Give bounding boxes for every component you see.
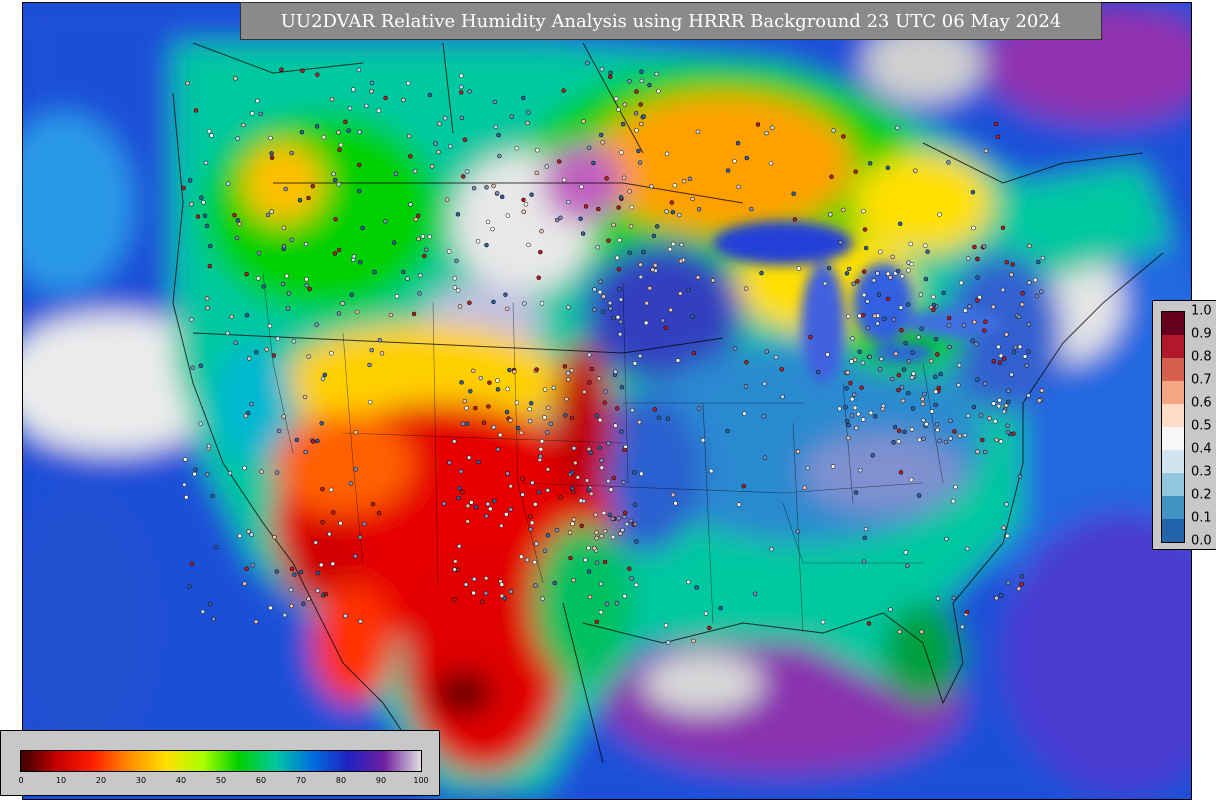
rh-tick-label: 40: [175, 776, 187, 785]
rh-tick-label: 20: [95, 776, 107, 785]
obs-color-swatch: [1162, 381, 1184, 404]
obs-color-swatch: [1162, 427, 1184, 450]
rh-tick-label: 60: [255, 776, 267, 785]
obs-tick-label: 0.9: [1191, 326, 1212, 342]
map-title: UU2DVAR Relative Humidity Analysis using…: [240, 2, 1102, 40]
rh-colorbar: 0 10 20 30 40 50 60 70 80 90 100: [0, 730, 440, 796]
obs-tick-label: 0.2: [1191, 487, 1212, 503]
obs-tick-label: 0.3: [1191, 464, 1212, 480]
obs-tick-label: 0.0: [1191, 533, 1212, 549]
rh-tick-label: 70: [295, 776, 307, 785]
rh-analysis-map: [22, 2, 1192, 800]
rh-tick-label: 90: [375, 776, 387, 785]
rh-tick-label: 0: [18, 776, 24, 785]
obs-tick-label: 0.5: [1191, 418, 1212, 434]
rh-tick-label: 50: [215, 776, 227, 785]
obs-tick-label: 1.0: [1191, 303, 1212, 319]
rh-tick-label: 10: [55, 776, 67, 785]
obs-tick-label: 0.4: [1191, 441, 1212, 457]
obs-tick-label: 0.6: [1191, 395, 1212, 411]
obs-color-swatch: [1162, 335, 1184, 358]
obs-colorbar: 1.0 0.9 0.8 0.7 0.6 0.5 0.4 0.3 0.2 0.1 0.0: [1152, 300, 1216, 550]
humidity-field: [23, 3, 1191, 799]
obs-color-swatch: [1162, 312, 1184, 335]
obs-color-swatch: [1162, 473, 1184, 496]
rh-tick-label: 30: [135, 776, 147, 785]
obs-color-swatch: [1162, 404, 1184, 427]
rh-tick-label: 100: [413, 776, 429, 785]
map-canvas: [23, 3, 1191, 799]
rh-tick-label: 80: [335, 776, 347, 785]
obs-tick-label: 0.8: [1191, 349, 1212, 365]
obs-tick-label: 0.1: [1191, 510, 1212, 526]
obs-color-swatch: [1162, 496, 1184, 519]
obs-color-swatch: [1162, 519, 1184, 542]
obs-tick-label: 0.7: [1191, 372, 1212, 388]
obs-color-swatch: [1162, 358, 1184, 381]
obs-colorbar-swatches: [1161, 311, 1185, 543]
rh-colorbar-gradient: [20, 750, 422, 772]
obs-color-swatch: [1162, 450, 1184, 473]
